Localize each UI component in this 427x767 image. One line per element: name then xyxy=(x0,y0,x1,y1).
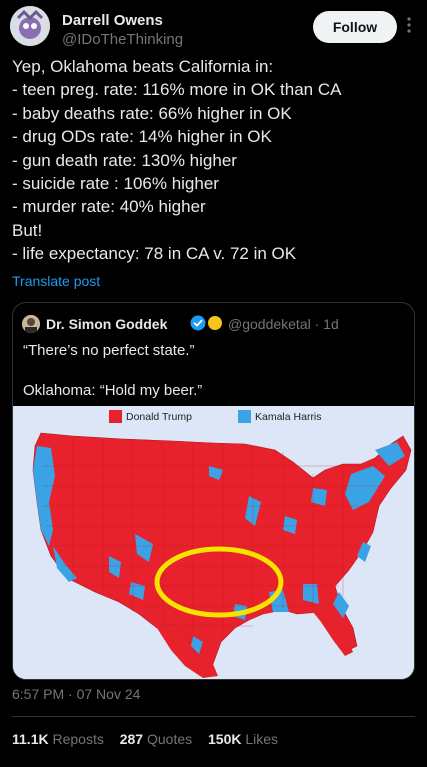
legend-label-trump: Donald Trump xyxy=(126,411,192,423)
post-stats: 11.1K Reposts 287 Quotes 150K Likes xyxy=(12,731,290,747)
post-line: - drug ODs rate: 14% higher in OK xyxy=(12,127,272,147)
quote-author-name: Dr. Simon Goddek xyxy=(46,316,168,332)
more-icon[interactable] xyxy=(403,14,415,36)
quotes-label: Quotes xyxy=(146,731,193,747)
quote-line: “There’s no perfect state.” xyxy=(23,342,195,359)
divider xyxy=(12,716,415,717)
legend-label-harris: Kamala Harris xyxy=(255,411,322,423)
quoted-post[interactable]: Dr. Simon Goddek @goddeketal · 1d “There… xyxy=(12,302,415,680)
verified-icon xyxy=(190,315,206,331)
quote-line xyxy=(23,361,202,381)
quote-author-handle: @goddeketal · 1d xyxy=(228,316,339,332)
author-handle[interactable]: @IDoTheThinking xyxy=(62,31,183,48)
post-line: - baby deaths rate: 66% higher in OK xyxy=(12,103,292,123)
post-line: Yep, Oklahoma beats California in: xyxy=(12,57,274,76)
election-map-image[interactable]: Donald Trump Kamala Harris xyxy=(13,406,414,679)
follow-button[interactable]: Follow xyxy=(313,11,397,43)
quote-text: “There’s no perfect state.” Oklahoma: “H… xyxy=(23,341,202,401)
legend-swatch-trump xyxy=(109,410,122,423)
reposts-label: Reposts xyxy=(52,731,104,747)
post-line: But! xyxy=(12,220,43,240)
reposts-count: 11.1K xyxy=(12,731,49,747)
legend-swatch-harris xyxy=(238,410,251,423)
quote-author-avatar xyxy=(22,315,40,333)
post-text: Yep, Oklahoma beats California in: - tee… xyxy=(12,55,417,266)
likes-count: 150K xyxy=(208,731,242,747)
quotes-count: 287 xyxy=(119,731,144,747)
post-header: Darrell Owens @IDoTheThinking Follow xyxy=(10,6,417,48)
quote-line: Oklahoma: “Hold my beer.” xyxy=(23,382,203,399)
quote-time: 1d xyxy=(323,316,339,332)
quote-separator: · xyxy=(314,316,324,332)
translate-link[interactable]: Translate post xyxy=(12,273,100,289)
post-line: - gun death rate: 130% higher xyxy=(12,150,237,170)
post-line: - suicide rate : 106% higher xyxy=(12,174,219,194)
reposts-stat[interactable]: 11.1K Reposts xyxy=(12,731,104,747)
quote-handle-text: @goddeketal xyxy=(228,316,311,332)
likes-stat[interactable]: 150K Likes xyxy=(208,731,278,747)
likes-label: Likes xyxy=(245,731,279,747)
emoji-badge-icon xyxy=(208,316,222,330)
post-timestamp[interactable]: 6:57 PM · 07 Nov 24 xyxy=(12,686,140,702)
author-name[interactable]: Darrell Owens xyxy=(62,12,163,29)
author-avatar[interactable] xyxy=(10,6,50,46)
post-line: - murder rate: 40% higher xyxy=(12,197,206,217)
post-line: - teen preg. rate: 116% more in OK than … xyxy=(12,80,342,100)
post-line: - life expectancy: 78 in CA v. 72 in OK xyxy=(12,244,297,264)
quotes-stat[interactable]: 287 Quotes xyxy=(120,731,192,747)
